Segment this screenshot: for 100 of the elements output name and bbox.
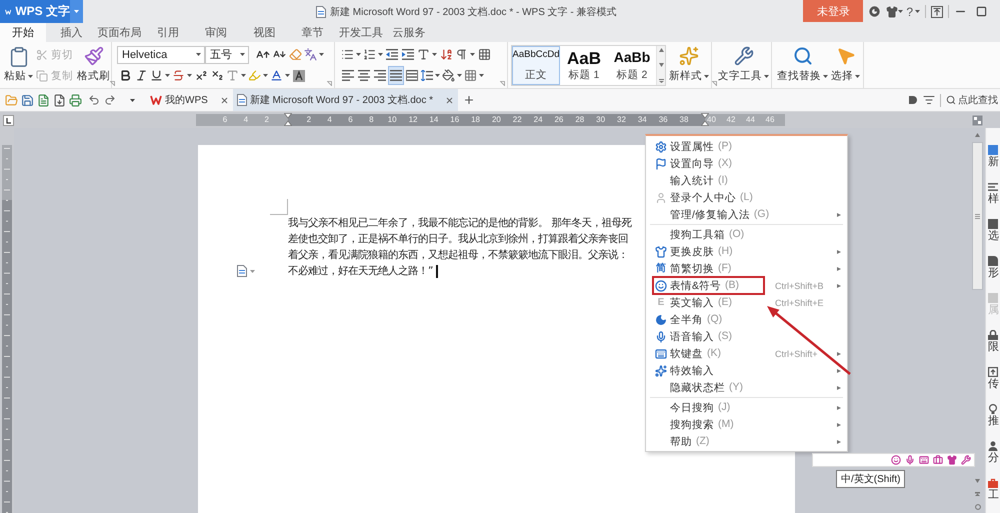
ribbon-tab[interactable]: 插入: [48, 23, 94, 42]
indent-marker-icon[interactable]: [701, 113, 709, 127]
menu-item[interactable]: 特效输入: [646, 362, 847, 379]
ruler-number: 42: [726, 114, 736, 126]
collapse-ribbon-icon[interactable]: [931, 6, 943, 18]
paste-button[interactable]: 粘贴: [4, 44, 33, 86]
wrench-icon[interactable]: [961, 455, 971, 465]
margin-corner-mark: [270, 199, 288, 215]
command-search-field[interactable]: 点此查找: [946, 94, 1000, 106]
save-icon[interactable]: [20, 94, 34, 106]
menu-item[interactable]: 搜狗工具箱 (O): [646, 226, 847, 243]
dialog-launcher-button[interactable]: [327, 81, 332, 86]
scroll-down-icon[interactable]: [975, 478, 980, 482]
side-panel-button[interactable]: 推: [988, 404, 999, 427]
close-icon[interactable]: [220, 96, 229, 104]
side-panel-button[interactable]: 样: [988, 182, 999, 205]
indent-marker-icon[interactable]: [284, 113, 292, 127]
menu-item[interactable]: 设置向导 (X): [646, 155, 847, 172]
style-preview[interactable]: AaB 标题 1: [560, 46, 608, 84]
dialog-launcher-button[interactable]: [500, 81, 505, 86]
ribbon-tab[interactable]: 页面布局: [96, 23, 142, 42]
align-justify-icon: [390, 70, 402, 81]
semicircle-icon[interactable]: [908, 95, 918, 105]
ribbon-tab[interactable]: 章节: [290, 23, 336, 42]
undo-icon[interactable]: [88, 94, 100, 106]
shirt-icon[interactable]: [947, 455, 957, 465]
menu-item[interactable]: 语音输入 (S): [646, 328, 847, 345]
app-dropdown-button[interactable]: [70, 0, 83, 23]
caret-icon[interactable]: [250, 270, 255, 273]
format-painter-button[interactable]: 格式刷: [77, 44, 110, 86]
redo-icon[interactable]: [104, 94, 116, 106]
circle-icon[interactable]: [974, 504, 980, 510]
menu-item[interactable]: 输入统计 (I): [646, 172, 847, 189]
menu-item[interactable]: E 英文输入 (E) Ctrl+Shift+E: [646, 294, 847, 311]
new-tab-icon[interactable]: [463, 94, 475, 106]
filter-icon[interactable]: [923, 94, 935, 106]
style-preview[interactable]: AaBb 标题 2: [608, 46, 656, 84]
menu-item[interactable]: 搜狗搜索 (M): [646, 416, 847, 433]
ribbon-tab[interactable]: 视图: [241, 23, 288, 42]
side-panel-button[interactable]: 传: [988, 367, 999, 390]
side-panel-button[interactable]: 新: [988, 145, 999, 168]
find-replace-button[interactable]: 查找替换: [777, 44, 828, 86]
document-text-line: 着父亲，看见满院狼籍的东西，又想起祖母，不禁簌簌地流下眼泪。父亲说：: [288, 248, 628, 263]
menu-item[interactable]: 设置属性 (P): [646, 138, 847, 155]
document-tab[interactable]: 我的WPS: [146, 89, 233, 111]
ribbon-tab[interactable]: 审阅: [193, 23, 239, 42]
ribbon-tab[interactable]: 云服务: [386, 23, 432, 42]
dialog-launcher-button[interactable]: [110, 81, 115, 86]
menu-item[interactable]: 管理/修复输入法 (G): [646, 206, 847, 223]
shirt-icon[interactable]: [886, 6, 898, 18]
microphone-icon[interactable]: [905, 455, 915, 465]
gallery-up-icon[interactable]: [658, 48, 664, 52]
new-style-button[interactable]: 新样式: [669, 44, 709, 86]
app-menu-button[interactable]: WPS 文字: [0, 0, 70, 23]
select-button[interactable]: 选择: [831, 44, 860, 86]
side-panel-button[interactable]: 形: [988, 256, 999, 279]
smiley-icon[interactable]: [891, 455, 901, 465]
side-panel-button[interactable]: 选: [988, 219, 999, 242]
side-panel-button[interactable]: 工: [988, 478, 999, 501]
alignment-button[interactable]: [388, 66, 404, 85]
menu-item[interactable]: 表情&符号 (B) Ctrl+Shift+B: [646, 277, 847, 294]
upload-icon: [988, 367, 998, 377]
ribbon-tab[interactable]: 引用: [144, 23, 191, 42]
toolbox-icon[interactable]: [933, 455, 943, 465]
menu-item[interactable]: 隐藏状态栏 (Y): [646, 379, 847, 396]
dialog-launcher-button[interactable]: [712, 81, 717, 86]
ribbon-tab[interactable]: 开始: [0, 23, 46, 42]
menu-item[interactable]: 今日搜狗 (J): [646, 399, 847, 416]
file-download-icon[interactable]: [52, 94, 66, 106]
side-panel-button[interactable]: 分: [988, 441, 999, 464]
maximize-icon[interactable]: [976, 6, 987, 17]
close-icon[interactable]: [445, 96, 454, 104]
circle-icon[interactable]: [869, 6, 880, 17]
scrollbar-thumb[interactable]: [972, 142, 983, 290]
menu-item[interactable]: 登录个人中心 (L): [646, 189, 847, 206]
document-icon[interactable]: [36, 94, 50, 106]
gallery-down-icon[interactable]: [658, 63, 664, 67]
menu-item[interactable]: 全半角 (Q): [646, 311, 847, 328]
gallery-more-icon[interactable]: [658, 78, 664, 82]
menu-item[interactable]: 软键盘 (K) Ctrl+Shift+: [646, 345, 847, 362]
previous-page-icon[interactable]: [975, 492, 980, 496]
help-button[interactable]: ?: [906, 4, 920, 20]
document-tab[interactable]: 新建 Microsoft Word 97 - 2003 文档.doc *: [232, 89, 458, 111]
scroll-up-icon[interactable]: [975, 132, 980, 136]
split-view-icon[interactable]: [972, 114, 983, 126]
text-tools-button[interactable]: 文字工具: [718, 44, 769, 86]
text-icon: [226, 69, 239, 82]
style-preview[interactable]: AaBbCcDd 正文: [512, 46, 560, 84]
ribbon-tab[interactable]: 开发工具: [338, 23, 384, 42]
document-icon[interactable]: [237, 265, 247, 277]
tab-stop-icon[interactable]: [3, 114, 14, 126]
font-size-select[interactable]: 五号: [205, 46, 249, 64]
menu-item[interactable]: 更换皮肤 (H): [646, 243, 847, 260]
ruler-number: 4: [326, 114, 333, 126]
font-name-select[interactable]: Helvetica: [117, 46, 205, 64]
side-panel-button[interactable]: 限: [988, 330, 999, 353]
menu-item[interactable]: 简 简繁切换 (F): [646, 260, 847, 277]
printer-icon[interactable]: [68, 94, 82, 106]
menu-item[interactable]: 帮助 (Z): [646, 433, 847, 450]
keyboard-icon[interactable]: [919, 455, 929, 465]
